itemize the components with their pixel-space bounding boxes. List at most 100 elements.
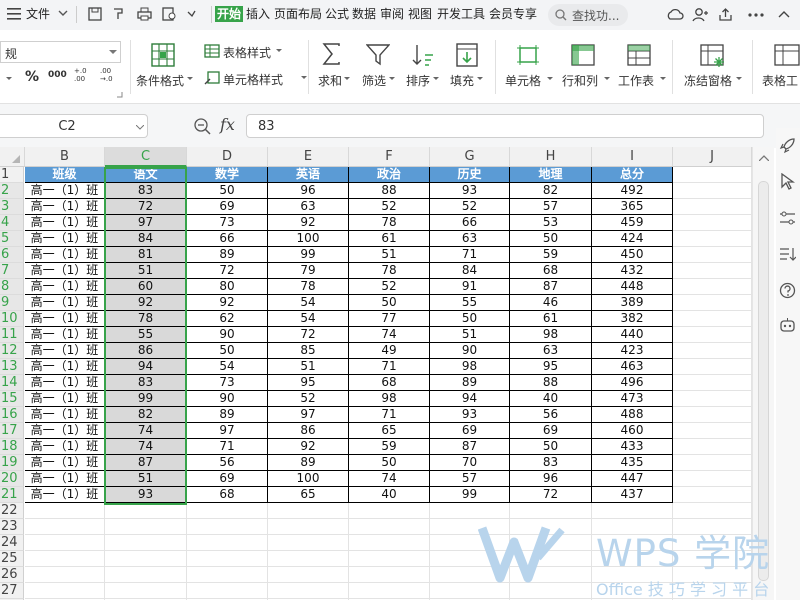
empty-cell[interactable] [430, 567, 510, 583]
hamburger-menu-icon[interactable] [7, 8, 21, 20]
empty-cell[interactable] [673, 359, 752, 375]
cell-style-icon[interactable] [204, 71, 220, 85]
empty-cell[interactable] [673, 327, 752, 343]
empty-cell[interactable] [349, 503, 430, 519]
corner-launcher-icon[interactable] [117, 92, 123, 98]
share-user-icon[interactable] [692, 7, 708, 22]
fill-icon[interactable] [456, 43, 478, 67]
empty-cell[interactable] [673, 455, 752, 471]
row-header[interactable]: 20 [0, 471, 24, 487]
row-header[interactable]: 2 [0, 183, 24, 199]
zoom-icon[interactable] [193, 117, 211, 135]
row-col-label[interactable]: 行和列 [562, 72, 598, 89]
empty-cell[interactable] [673, 375, 752, 391]
empty-cell[interactable] [268, 519, 349, 535]
empty-cell[interactable] [510, 535, 592, 551]
empty-cell[interactable] [430, 503, 510, 519]
tab-insert[interactable]: 插入 [246, 6, 270, 22]
table-cell[interactable]: 71 [349, 407, 430, 423]
increase-decimal-button[interactable]: +.0 .00 [74, 67, 94, 83]
table-cell[interactable]: 高一（1）班 [25, 295, 105, 311]
table-cell[interactable]: 496 [592, 375, 673, 391]
freeze-panes-icon[interactable] [700, 44, 726, 68]
empty-cell[interactable] [592, 583, 673, 599]
table-style-label[interactable]: 表格样式 [223, 44, 271, 61]
table-cell[interactable]: 488 [592, 407, 673, 423]
spreadsheet-grid[interactable]: BCDEFGHIJ 1 2 3 4 5 6 7 8 9 10 11 12 13 14 15 16 17 18 19 2… [0, 147, 752, 600]
table-cell[interactable]: 高一（1）班 [25, 247, 105, 263]
table-cell[interactable]: 89 [187, 407, 268, 423]
tab-member[interactable]: 会员专享 [489, 6, 537, 22]
table-cell[interactable]: 54 [187, 359, 268, 375]
chevron-down-icon[interactable] [477, 77, 483, 81]
table-cell[interactable]: 50 [187, 183, 268, 199]
table-cell[interactable]: 54 [268, 311, 349, 327]
chevron-down-icon[interactable] [433, 77, 439, 81]
table-cell[interactable]: 95 [268, 375, 349, 391]
table-tools-label[interactable]: 表格工 [762, 72, 798, 89]
table-cell[interactable]: 90 [187, 327, 268, 343]
table-cell[interactable]: 74 [349, 327, 430, 343]
empty-cell[interactable] [268, 503, 349, 519]
row-col-icon[interactable] [571, 44, 595, 66]
table-cell[interactable]: 61 [510, 311, 592, 327]
sort-layout-icon[interactable] [779, 246, 796, 262]
row-header[interactable]: 15 [0, 391, 24, 407]
empty-cell[interactable] [349, 551, 430, 567]
empty-cell[interactable] [105, 519, 187, 535]
column-header-d[interactable]: D [187, 147, 268, 167]
table-cell[interactable]: 69 [430, 423, 510, 439]
table-cell[interactable]: 40 [510, 391, 592, 407]
empty-cell[interactable] [510, 551, 592, 567]
empty-cell[interactable] [105, 551, 187, 567]
empty-cell[interactable] [673, 391, 752, 407]
table-cell[interactable]: 435 [592, 455, 673, 471]
empty-cell[interactable] [25, 519, 105, 535]
table-cell[interactable]: 99 [268, 247, 349, 263]
table-cell[interactable]: 96 [510, 471, 592, 487]
empty-cell[interactable] [673, 407, 752, 423]
tab-data[interactable]: 数据 [352, 6, 376, 22]
empty-cell[interactable] [25, 583, 105, 599]
row-header[interactable]: 22 [0, 503, 24, 519]
filter-icon[interactable] [366, 44, 390, 66]
chevron-down-icon[interactable] [276, 49, 282, 53]
table-cell[interactable]: 85 [268, 343, 349, 359]
row-header[interactable]: 25 [0, 551, 24, 567]
table-cell[interactable]: 56 [187, 455, 268, 471]
fill-label[interactable]: 填充 [450, 72, 474, 89]
table-cell[interactable]: 72 [187, 263, 268, 279]
empty-cell[interactable] [673, 423, 752, 439]
row-header[interactable]: 5 [0, 231, 24, 247]
table-cell[interactable]: 84 [430, 263, 510, 279]
table-cell[interactable]: 93 [430, 407, 510, 423]
empty-cell[interactable] [510, 519, 592, 535]
empty-cell[interactable] [673, 263, 752, 279]
table-cell[interactable]: 90 [187, 391, 268, 407]
empty-cell[interactable] [25, 567, 105, 583]
table-cell[interactable]: 63 [430, 231, 510, 247]
conditional-format-icon[interactable] [151, 43, 175, 67]
empty-cell[interactable] [349, 535, 430, 551]
table-header-cell[interactable]: 历史 [430, 167, 510, 183]
table-header-cell[interactable]: 总分 [592, 167, 673, 183]
table-cell[interactable]: 50 [349, 295, 430, 311]
empty-cell[interactable] [673, 183, 752, 199]
sum-icon[interactable] [322, 43, 342, 65]
table-cell[interactable]: 87 [430, 439, 510, 455]
empty-cell[interactable] [592, 567, 673, 583]
empty-cell[interactable] [430, 535, 510, 551]
corner-select-all[interactable] [0, 147, 25, 167]
table-cell[interactable]: 70 [430, 455, 510, 471]
table-cell[interactable]: 高一（1）班 [25, 327, 105, 343]
table-cell[interactable]: 99 [430, 487, 510, 503]
column-header-i[interactable]: I [592, 147, 673, 167]
table-cell[interactable]: 高一（1）班 [25, 423, 105, 439]
table-cell[interactable]: 82 [510, 183, 592, 199]
empty-cell[interactable] [510, 503, 592, 519]
table-cell[interactable]: 68 [187, 487, 268, 503]
empty-cell[interactable] [673, 199, 752, 215]
table-cell[interactable]: 69 [187, 199, 268, 215]
table-cell[interactable]: 73 [187, 375, 268, 391]
table-tools-icon[interactable] [774, 44, 800, 66]
